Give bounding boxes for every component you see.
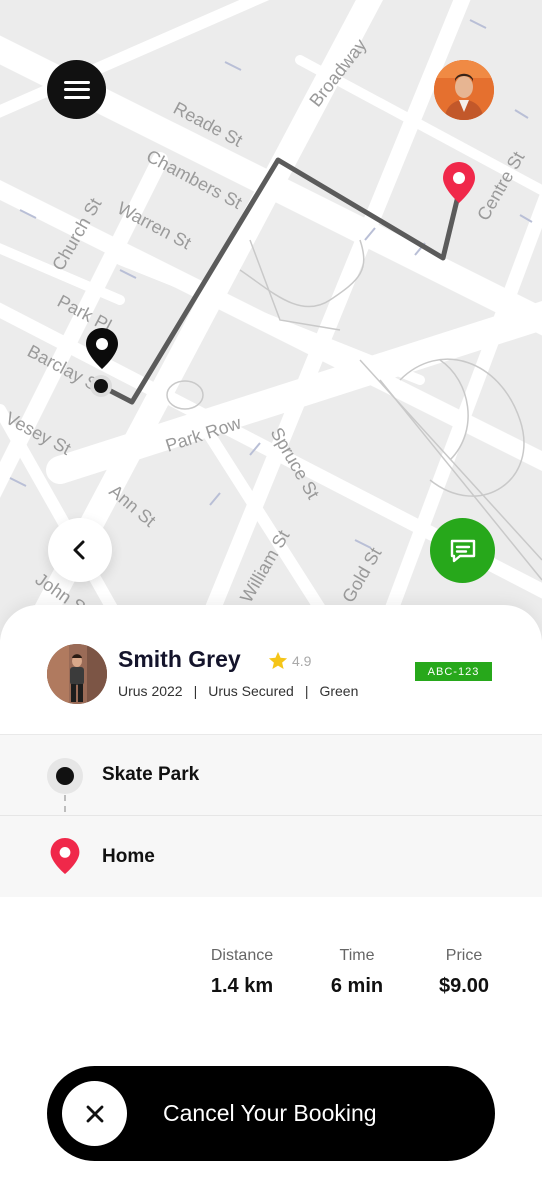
distance-stat: Distance 1.4 km bbox=[196, 947, 288, 998]
user-avatar[interactable] bbox=[434, 60, 494, 120]
star-icon bbox=[268, 651, 288, 670]
driver-name: Smith Grey bbox=[118, 646, 241, 672]
booking-sheet: Smith Grey 4.9 Urus 2022 | Urus Secured | Gr… bbox=[0, 605, 542, 1186]
price-label: Price bbox=[445, 947, 483, 964]
chat-button[interactable] bbox=[430, 518, 495, 583]
price-stat: Price $9.00 bbox=[424, 947, 504, 998]
route-summary: Skate Park Home bbox=[0, 734, 542, 897]
price-value: $9.00 bbox=[438, 975, 490, 997]
time-label: Time bbox=[339, 947, 375, 964]
origin-dot-icon bbox=[47, 758, 83, 794]
menu-button[interactable] bbox=[47, 60, 106, 119]
time-stat: Time 6 min bbox=[317, 947, 397, 998]
separator: | bbox=[193, 683, 198, 699]
menu-icon bbox=[63, 80, 90, 99]
cancel-booking-label: Cancel Your Booking bbox=[163, 1100, 377, 1126]
destination-label: Home bbox=[102, 845, 155, 867]
driver-rating: 4.9 bbox=[268, 651, 311, 670]
route-origin[interactable]: Skate Park bbox=[0, 735, 542, 816]
license-plate-badge: ABC-123 bbox=[415, 662, 492, 681]
route-destination[interactable]: Home bbox=[0, 816, 542, 897]
trip-stats: Distance 1.4 km Time 6 min Price $9.00 bbox=[0, 947, 542, 1007]
vehicle-info: Urus 2022 | Urus Secured | Green bbox=[118, 683, 358, 699]
map-view[interactable]: Reade St Chambers St Broadway Church St … bbox=[0, 0, 542, 640]
rating-value: 4.9 bbox=[292, 652, 312, 669]
chat-icon bbox=[450, 539, 475, 562]
start-point bbox=[94, 379, 108, 393]
close-icon bbox=[86, 1105, 103, 1122]
distance-label: Distance bbox=[210, 947, 274, 964]
origin-label: Skate Park bbox=[102, 764, 200, 785]
distance-value: 1.4 km bbox=[210, 975, 274, 997]
destination-pin-icon bbox=[50, 838, 80, 874]
cancel-booking-button[interactable]: Cancel Your Booking bbox=[47, 1066, 495, 1161]
chevron-left-icon bbox=[73, 540, 85, 560]
driver-avatar[interactable] bbox=[47, 644, 107, 704]
back-button[interactable] bbox=[48, 518, 112, 582]
user-avatar-image bbox=[434, 60, 494, 120]
car-color: Green bbox=[319, 683, 359, 699]
driver-avatar-image bbox=[47, 644, 107, 704]
driver-card: Smith Grey 4.9 Urus 2022 | Urus Secured | Gr… bbox=[0, 605, 542, 734]
close-icon-circle bbox=[62, 1081, 127, 1146]
car-type: Urus Secured bbox=[208, 683, 294, 699]
separator: | bbox=[304, 683, 309, 699]
car-model: Urus 2022 bbox=[118, 683, 183, 699]
time-value: 6 min bbox=[330, 975, 384, 997]
